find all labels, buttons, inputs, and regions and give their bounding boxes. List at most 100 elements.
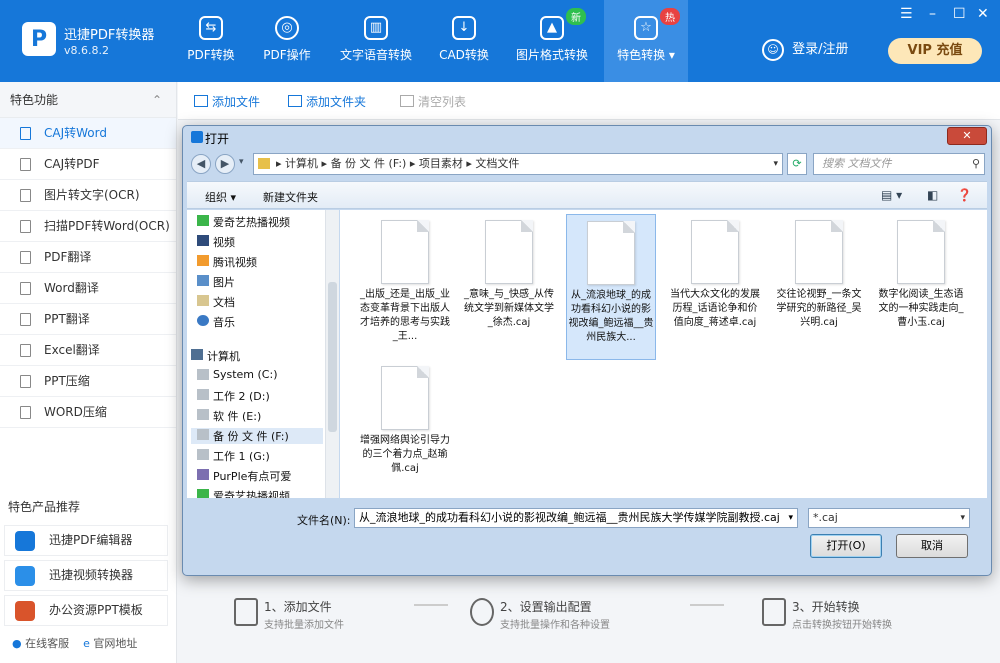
close-icon[interactable]: ✕: [977, 6, 989, 22]
nav-videos[interactable]: 视频: [197, 234, 235, 250]
breadcrumb-docs[interactable]: 文档文件: [475, 157, 519, 170]
cancel-button[interactable]: 取消: [896, 534, 968, 558]
sidebar-item-word-compress[interactable]: WORD压缩: [0, 397, 176, 428]
vip-button[interactable]: VIP 充值: [888, 38, 982, 64]
nav-item-label: 工作 2 (D:): [213, 390, 270, 403]
file-item[interactable]: 当代大众文化的发展历程_话语论争和价值向度_蒋述卓.caj: [670, 214, 760, 360]
dialog-close-button[interactable]: ✕: [947, 127, 987, 145]
file-item[interactable]: 增强网络舆论引导力的三个着力点_赵瑜佩.caj: [360, 360, 450, 506]
product-pdf-editor[interactable]: 迅捷PDF编辑器: [4, 525, 168, 556]
nav-drive-f[interactable]: 备 份 文 件 (F:): [191, 428, 323, 444]
toolbar: 添加文件 添加文件夹 清空列表: [178, 82, 1000, 120]
breadcrumb-sep: ▸: [321, 157, 331, 170]
address-bar[interactable]: ▸ 计算机 ▸ 备 份 文 件 (F:) ▸ 项目素材 ▸ 文档文件 ▾: [253, 153, 783, 175]
filename-input[interactable]: 从_流浪地球_的成功看科幻小说的影视改编_鲍远福__贵州民族大学传媒学院副教授.…: [354, 508, 798, 528]
sidebar-item-image-ocr[interactable]: 图片转文字(OCR): [0, 180, 176, 211]
file-item[interactable]: _意味_与_快感_从传统文学到新媒体文学_徐杰.caj: [464, 214, 554, 360]
support-label: 在线客服: [25, 637, 70, 650]
support-link[interactable]: ● 在线客服: [12, 637, 69, 650]
nav-drive-g[interactable]: 工作 1 (G:): [197, 448, 270, 464]
nav-iqiyi-2[interactable]: 爱奇艺热播视频: [197, 488, 290, 498]
chevron-down-icon[interactable]: ▾: [788, 509, 793, 527]
open-button[interactable]: 打开(O): [810, 534, 882, 558]
step-arrow: [690, 604, 724, 606]
add-folder-icon: [288, 95, 302, 107]
product-ppt-template[interactable]: 办公资源PPT模板: [4, 595, 168, 626]
search-icon: ⚲: [971, 157, 980, 170]
nav-feature-convert[interactable]: ☆ 特色转换 ▾ 热: [604, 0, 688, 82]
nav-label: PDF操作: [263, 48, 311, 62]
nav-tencent-video[interactable]: 腾讯视频: [197, 254, 257, 270]
back-button[interactable]: ◀: [191, 154, 211, 174]
nav-cad-convert[interactable]: ↓ CAD转换: [430, 0, 498, 82]
sidebar-item-excel-translate[interactable]: Excel翻译: [0, 335, 176, 366]
nav-pdf-convert[interactable]: ⇆ PDF转换: [178, 0, 244, 82]
add-folder-button[interactable]: 添加文件夹: [288, 93, 366, 110]
file-list: _出版_还是_出版_业态变革背景下出版人才培养的思考与实践_王... _意味_与…: [340, 210, 987, 498]
filetype-select[interactable]: *.caj ▾: [808, 508, 970, 528]
nav-pictures[interactable]: 图片: [197, 274, 235, 290]
nav-drive-e[interactable]: 软 件 (E:): [197, 408, 261, 424]
nav-drive-d[interactable]: 工作 2 (D:): [197, 388, 270, 404]
filename-value: 从_流浪地球_的成功看科幻小说的影视改编_鲍远福__贵州民族大学传媒学院副教授.…: [359, 511, 780, 524]
sidebar-header[interactable]: 特色功能 ⌃: [0, 82, 176, 118]
sidebar-item-caj-to-pdf[interactable]: CAJ转PDF: [0, 149, 176, 180]
sidebar-item-pdf-translate[interactable]: PDF翻译: [0, 242, 176, 273]
minimize-icon[interactable]: –: [929, 6, 936, 22]
menu-icon[interactable]: ☰: [900, 6, 913, 22]
nav-drive-c[interactable]: System (C:): [197, 368, 278, 381]
forward-button[interactable]: ▶: [215, 154, 235, 174]
nav-item-label: PurPle有点可爱: [213, 470, 292, 483]
sidebar-item-ppt-compress[interactable]: PPT压缩: [0, 366, 176, 397]
add-file-button[interactable]: 添加文件: [194, 93, 260, 110]
nav-computer[interactable]: 计算机: [191, 348, 240, 364]
file-icon: [20, 127, 31, 140]
login-button[interactable]: ☺ 登录/注册: [762, 38, 849, 61]
breadcrumb-drive-f[interactable]: 备 份 文 件 (F:): [331, 157, 407, 170]
nav-documents[interactable]: 文档: [197, 294, 235, 310]
file-item[interactable]: 交往论视野_一条文学研究的新路径_吴兴明.caj: [774, 214, 864, 360]
file-name: 增强网络舆论引导力的三个着力点_赵瑜佩.caj: [360, 435, 450, 474]
address-dropdown-icon[interactable]: ▾: [773, 154, 778, 174]
history-dropdown-icon[interactable]: ▾: [239, 157, 244, 167]
product-video-converter[interactable]: 迅捷视频转换器: [4, 560, 168, 591]
nav-phone[interactable]: PurPle有点可爱: [197, 468, 292, 484]
user-icon: ☺: [762, 38, 784, 61]
sidebar-item-caj-to-word[interactable]: CAJ转Word: [0, 118, 176, 149]
document-icon: [795, 220, 843, 284]
sidebar-item-word-translate[interactable]: Word翻译: [0, 273, 176, 304]
website-link[interactable]: e 官网地址: [83, 637, 137, 650]
app-version: v8.6.8.2: [64, 44, 109, 57]
view-options-icon[interactable]: ▤ ▾: [881, 188, 902, 202]
breadcrumb-computer[interactable]: 计算机: [285, 157, 318, 170]
sidebar-item-scan-pdf-ocr[interactable]: 扫描PDF转Word(OCR): [0, 211, 176, 242]
nav-iqiyi[interactable]: 爱奇艺热播视频: [197, 214, 290, 230]
breadcrumb-project[interactable]: 项目素材: [419, 157, 463, 170]
nav-text-speech[interactable]: ▥ 文字语音转换: [332, 0, 420, 82]
iqiyi-icon: [197, 215, 209, 226]
maximize-icon[interactable]: ☐: [953, 6, 966, 22]
help-icon[interactable]: ❓: [957, 188, 972, 202]
nav-music[interactable]: 音乐: [197, 314, 235, 330]
document-icon: [381, 220, 429, 284]
filename-label: 文件名(N):: [297, 514, 351, 527]
file-item[interactable]: _出版_还是_出版_业态变革背景下出版人才培养的思考与实践_王...: [360, 214, 450, 360]
search-placeholder: 搜索 文档文件: [822, 157, 892, 170]
file-item-selected[interactable]: 从_流浪地球_的成功看科幻小说的影视改编_鲍远福__贵州民族大...: [566, 214, 656, 360]
organize-menu[interactable]: 组织 ▾: [205, 189, 236, 205]
clear-list-button[interactable]: 清空列表: [400, 93, 466, 110]
nav-scrollbar[interactable]: [325, 210, 339, 498]
nav-item-label: 爱奇艺热播视频: [213, 490, 290, 498]
new-folder-button[interactable]: 新建文件夹: [263, 189, 318, 205]
nav-item-label: 备 份 文 件 (F:): [213, 430, 289, 443]
nav-pdf-operate[interactable]: ◎ PDF操作: [254, 0, 320, 82]
convert-icon: [762, 598, 786, 626]
refresh-button[interactable]: ⟳: [787, 153, 807, 175]
dialog-app-icon: [191, 131, 203, 143]
scrollbar-thumb[interactable]: [328, 282, 337, 432]
preview-pane-icon[interactable]: ◧: [927, 188, 938, 202]
file-item[interactable]: 数字化阅读_生态语文的一种实践走向_曹小玉.caj: [876, 214, 966, 360]
search-input[interactable]: 搜索 文档文件 ⚲: [813, 153, 985, 175]
sidebar-item-ppt-translate[interactable]: PPT翻译: [0, 304, 176, 335]
nav-image-format[interactable]: ▲ 图片格式转换 新: [508, 0, 596, 82]
